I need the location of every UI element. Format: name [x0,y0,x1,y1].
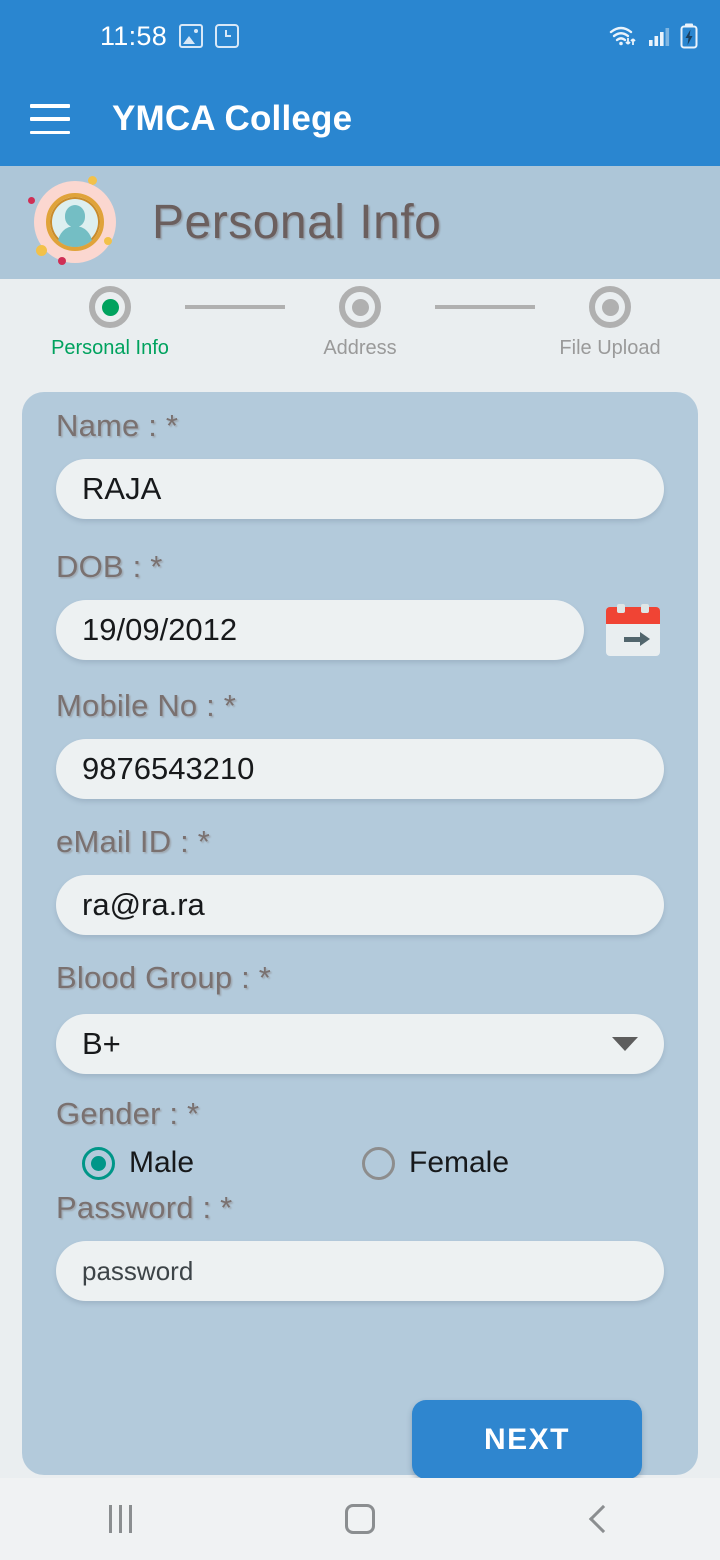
clock-icon [215,24,240,48]
home-icon [345,1504,375,1534]
field-name: Name : * RAJA [22,392,698,519]
system-nav-bar [0,1478,720,1560]
page-title: Personal Info [152,196,442,249]
user-avatar-icon [26,175,122,271]
mobile-label: Mobile No : * [56,688,237,723]
status-time: 11:58 [100,20,168,51]
password-input[interactable]: password [56,1241,664,1301]
field-gender: Gender : * [22,1074,698,1132]
gender-option-male[interactable]: Male [82,1146,362,1180]
gender-option-label: Female [409,1146,510,1179]
recents-button[interactable] [0,1505,240,1533]
stepper-step-file-upload[interactable]: File Upload [535,286,685,360]
stepper-connector [435,305,535,309]
field-dob: DOB : * 19/09/2012 [22,519,698,660]
step-indicator-icon [589,286,631,328]
stepper-step-address[interactable]: Address [285,286,435,360]
app-title: YMCA College [112,99,353,138]
gender-label: Gender : * [56,1096,200,1131]
next-button[interactable]: NEXT [412,1400,642,1479]
email-label: eMail ID : * [56,824,210,859]
gender-option-label: Male [129,1146,195,1179]
stepper-label: File Upload [559,337,661,359]
status-bar-right [608,23,698,49]
stepper-step-personal-info[interactable]: Personal Info [35,286,185,360]
back-button[interactable] [480,1504,720,1534]
name-label: Name : * [56,408,179,443]
app-bar: YMCA College [0,72,720,166]
stepper-label: Personal Info [51,337,169,359]
back-icon [588,1504,618,1534]
gender-radio-group: Male Female [22,1146,698,1180]
blood-group-label: Blood Group : * [56,960,271,995]
gallery-icon [179,24,204,48]
dob-input[interactable]: 19/09/2012 [56,600,584,660]
status-bar: 11:58 [0,0,720,72]
mobile-input[interactable]: 9876543210 [56,739,664,799]
personal-info-form-card: Name : * RAJA DOB : * 19/09/2012 Mobile … [22,392,698,1475]
recents-icon [108,1505,132,1533]
blood-group-value: B+ [82,1026,121,1061]
email-input[interactable]: ra@ra.ra [56,875,664,935]
field-blood-group: Blood Group : * B+ [22,935,698,1074]
gender-option-female[interactable]: Female [362,1146,509,1180]
blood-group-select[interactable]: B+ [56,1014,664,1074]
page-header: Personal Info [0,166,720,279]
wifi-icon [609,26,636,46]
signal-icon [649,28,670,46]
stepper-connector [185,305,285,309]
field-mobile: Mobile No : * 9876543210 [22,660,698,799]
chevron-down-icon [612,1037,638,1051]
phone-screen: 11:58 YMCA College Personal Info Persona… [0,0,720,1560]
step-indicator-icon [339,286,381,328]
radio-icon [362,1146,395,1180]
home-button[interactable] [240,1504,480,1534]
field-password: Password : * password [22,1180,698,1301]
battery-charging-icon [680,23,698,49]
stepper-label: Address [323,337,397,359]
field-email: eMail ID : * ra@ra.ra [22,799,698,935]
name-input[interactable]: RAJA [56,459,664,519]
hamburger-menu-icon[interactable] [30,104,70,134]
calendar-icon[interactable] [602,601,664,659]
step-indicator-icon [89,286,131,328]
password-label: Password : * [56,1190,233,1225]
status-bar-left: 11:58 [100,20,240,52]
progress-stepper: Personal Info Address File Upload [0,286,720,360]
dob-label: DOB : * [56,549,163,584]
radio-icon [82,1146,115,1180]
